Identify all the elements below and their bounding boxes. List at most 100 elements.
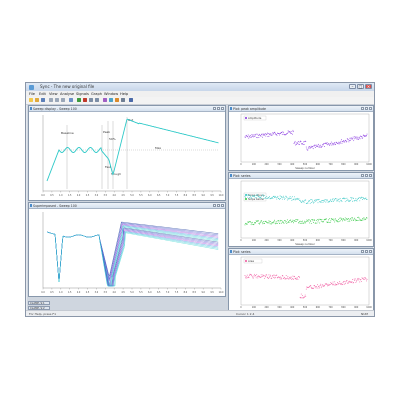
sub-close-button[interactable] xyxy=(221,106,224,110)
data-point xyxy=(356,138,358,140)
data-point xyxy=(312,148,314,150)
menu-edit[interactable]: Edit xyxy=(39,92,46,96)
data-point xyxy=(350,198,352,200)
menu-file[interactable]: File xyxy=(29,92,35,96)
new-file-icon[interactable] xyxy=(29,98,33,103)
sub-maximize-button[interactable] xyxy=(217,203,220,207)
data-point xyxy=(348,199,350,201)
data-point xyxy=(361,136,363,138)
legend-swatch xyxy=(245,198,247,200)
sweep-plot[interactable]: 0.0 0.5 1.0 1.5 2.0 2.5 3.0 3.5 4.0 4.5 5.0 5.5 6.0 6… xyxy=(29,111,225,201)
sub-maximize-button[interactable] xyxy=(365,173,368,177)
data-point xyxy=(309,200,311,202)
data-point xyxy=(287,132,289,134)
data-point xyxy=(281,196,283,198)
data-point xyxy=(268,197,270,199)
open-folder-icon[interactable] xyxy=(35,98,39,103)
amplitude-plot[interactable]: Amplitude 0 100 200 300 400 500 600 700 800 900 10… xyxy=(229,111,373,171)
close-button[interactable]: × xyxy=(365,84,372,89)
zoom-in-icon[interactable] xyxy=(89,98,93,103)
data-point xyxy=(250,196,252,198)
x-tick-label: 1000 xyxy=(366,239,372,242)
data-point xyxy=(300,220,302,222)
area-plot[interactable]: Area 01002003004005006007008009001000 Sw… xyxy=(229,254,373,314)
data-point xyxy=(345,141,347,143)
data-point xyxy=(361,219,363,221)
minimized-window-1[interactable]: CLAMP, S:1 xyxy=(28,301,50,305)
x-tick-label: 0.0 xyxy=(41,194,45,197)
menu-signals[interactable]: Signals xyxy=(76,92,89,96)
data-point xyxy=(295,278,297,280)
data-point xyxy=(305,296,307,298)
slope-plot-window[interactable]: Plot: series Slope above Slope below 0 10… xyxy=(228,172,374,247)
data-point xyxy=(342,219,344,221)
superimposed-plot[interactable]: 0.0 0.5 1.0 1.5 2.0 2.5 3.0 3.5 4.0 4.5 5.0 5.5 6.0 6… xyxy=(29,208,225,297)
sub-close-button[interactable] xyxy=(221,203,224,207)
data-point xyxy=(305,140,307,142)
minimize-button[interactable]: – xyxy=(349,84,356,89)
menu-view[interactable]: View xyxy=(49,92,58,96)
cursor-icon[interactable] xyxy=(103,98,107,103)
sub-minimize-button[interactable] xyxy=(361,249,364,253)
data-point xyxy=(277,220,279,221)
data-point xyxy=(282,131,284,133)
chart-icon[interactable] xyxy=(115,98,119,103)
data-point xyxy=(316,219,318,221)
settings-icon[interactable] xyxy=(121,98,125,103)
help-icon[interactable] xyxy=(129,98,133,103)
data-point xyxy=(319,145,321,147)
x-tick-label: 100 xyxy=(252,306,257,309)
data-point xyxy=(294,220,296,222)
amplitude-plot-window[interactable]: Plot: peak amplitude Amplitude 0 100 200 30… xyxy=(228,105,374,171)
x-tick-label: 2.5 xyxy=(86,194,90,197)
x-tick-label: 3.5 xyxy=(104,291,108,294)
sub-close-button[interactable] xyxy=(369,173,372,177)
menu-analyse[interactable]: Analyse xyxy=(60,92,74,96)
cut-icon[interactable] xyxy=(49,98,53,103)
data-point xyxy=(340,282,342,284)
x-tick-label: 400 xyxy=(290,239,295,242)
data-point xyxy=(284,220,286,221)
stop-icon[interactable] xyxy=(83,98,87,103)
maximize-button[interactable]: □ xyxy=(357,84,364,89)
area-plot-window[interactable]: Plot: series Area 0 100 200 300 400 500 600 700… xyxy=(228,248,374,314)
data-point xyxy=(264,275,266,277)
data-point xyxy=(259,222,261,224)
status-bar: For Help, press F1 Cursor 1 2.4 NUM xyxy=(26,310,374,316)
zoom-out-icon[interactable] xyxy=(95,98,99,103)
sub-maximize-button[interactable] xyxy=(365,249,368,253)
play-icon[interactable] xyxy=(77,98,81,103)
data-point xyxy=(282,196,284,198)
sub-maximize-button[interactable] xyxy=(365,106,368,110)
menu-help[interactable]: Help xyxy=(120,92,128,96)
sub-minimize-button[interactable] xyxy=(361,106,364,110)
data-point xyxy=(309,202,311,204)
slope-plot[interactable]: Slope above Slope below 0 100 200 300 400 500… xyxy=(229,178,373,247)
data-point xyxy=(365,135,367,137)
sub-close-button[interactable] xyxy=(369,249,372,253)
sub-maximize-button[interactable] xyxy=(217,106,220,110)
data-point xyxy=(354,136,356,138)
data-point xyxy=(279,278,281,280)
sub-close-button[interactable] xyxy=(369,106,372,110)
superimposed-window[interactable]: Superimposed - Sweep 100 0.0 0.5 1.0 1.5 2.0… xyxy=(28,202,226,297)
data-point xyxy=(347,199,349,201)
data-point xyxy=(298,275,300,277)
data-point xyxy=(269,221,270,223)
sweep-window[interactable]: Sweep display - Sweep 100 0.0 0.5 1.0 1.5 2.… xyxy=(28,105,226,201)
data-point xyxy=(361,138,363,140)
x-tick-label: 9.0 xyxy=(201,291,205,294)
paste-icon[interactable] xyxy=(61,98,65,103)
data-point xyxy=(323,221,324,222)
save-icon[interactable] xyxy=(41,98,45,103)
measure-icon[interactable] xyxy=(109,98,113,103)
menu-graph[interactable]: Graph xyxy=(91,92,102,96)
sub-minimize-button[interactable] xyxy=(213,203,216,207)
print-icon[interactable] xyxy=(69,98,73,103)
copy-icon[interactable] xyxy=(55,98,59,103)
menu-window[interactable]: Window xyxy=(104,92,118,96)
sub-minimize-button[interactable] xyxy=(361,173,364,177)
sub-minimize-button[interactable] xyxy=(213,106,216,110)
data-point xyxy=(362,218,363,220)
x-tick-label: 7.5 xyxy=(175,194,179,197)
